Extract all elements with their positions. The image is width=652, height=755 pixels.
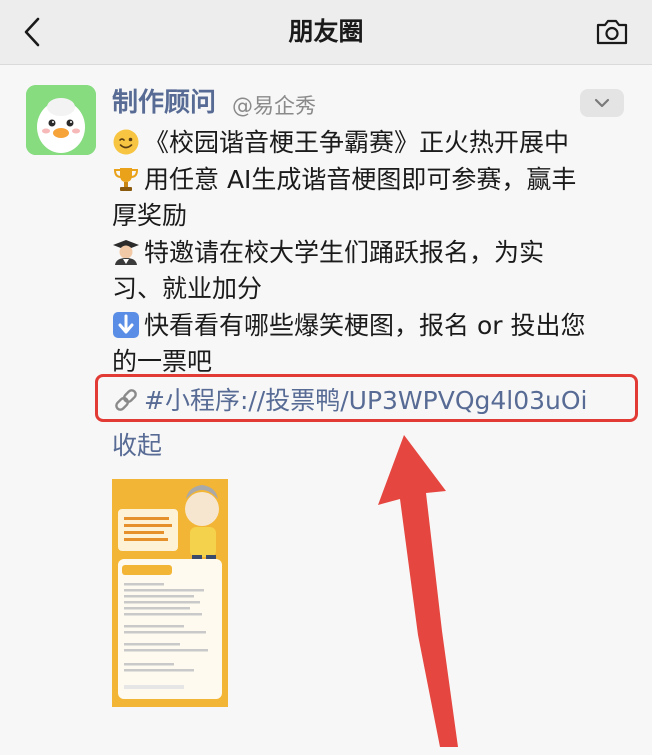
link-highlight-box bbox=[95, 374, 638, 422]
page-title: 朋友圈 bbox=[288, 17, 364, 46]
camera-button[interactable] bbox=[590, 12, 634, 52]
wink-emoji bbox=[113, 129, 139, 155]
nav-bar: 朋友圈 bbox=[0, 0, 652, 64]
collapse-button[interactable]: 收起 bbox=[112, 429, 162, 463]
camera-icon bbox=[596, 19, 628, 45]
post-line-3: 厚奖励 bbox=[112, 201, 188, 230]
post-image-thumbnail[interactable] bbox=[112, 479, 228, 707]
post-line-4: 特邀请在校大学生们踊跃报名，为实 bbox=[112, 235, 632, 272]
avatar[interactable] bbox=[26, 85, 96, 155]
post-line-5: 习、就业加分 bbox=[112, 274, 263, 303]
post-line-2: 用任意 AI生成谐音梗图即可参赛，赢丰 bbox=[112, 162, 632, 199]
post-line-1: 《校园谐音梗王争霸赛》正火热开展中 bbox=[112, 125, 632, 162]
duck-avatar-image bbox=[26, 85, 96, 155]
post-author[interactable]: 制作顾问 bbox=[112, 87, 216, 119]
down-arrow-emoji bbox=[113, 311, 139, 338]
post-handle: @易企秀 bbox=[232, 94, 316, 118]
more-options-button[interactable] bbox=[580, 89, 624, 117]
trophy-emoji bbox=[113, 167, 139, 191]
poster-image bbox=[112, 479, 228, 707]
annotation-arrow bbox=[378, 435, 458, 747]
post-line-6: 快看看有哪些爆笑梗图，报名 or 投出您 bbox=[112, 308, 632, 345]
chevron-down-icon bbox=[594, 98, 610, 108]
student-emoji bbox=[113, 239, 139, 265]
moments-feed: 制作顾问 @易企秀 《校园谐音梗王争霸赛》正火热开展中 用任意 AI生成谐音梗图… bbox=[0, 65, 652, 747]
